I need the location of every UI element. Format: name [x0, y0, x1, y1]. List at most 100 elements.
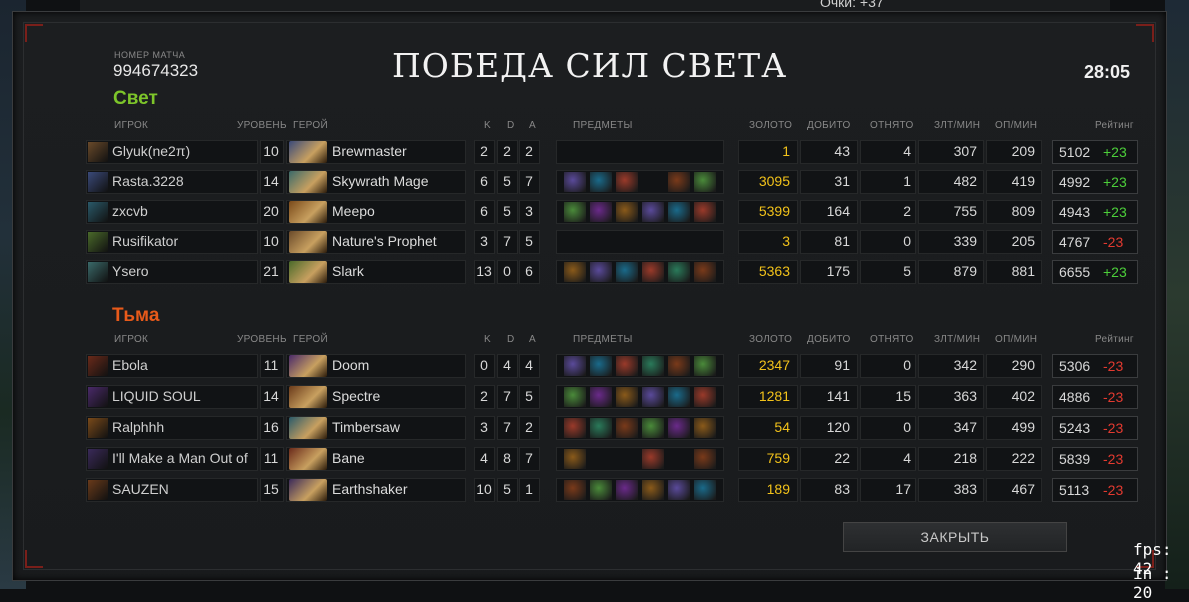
hero-name: Brewmaster	[332, 143, 407, 159]
stat-k: 2	[480, 388, 488, 404]
rating-cell: 5113 -23	[1052, 478, 1138, 502]
stat-k: 6	[480, 173, 488, 189]
rating-cell: 6655 +23	[1052, 260, 1138, 284]
item-icon[interactable]	[668, 262, 690, 282]
denies-value: 4	[903, 450, 911, 466]
item-icon[interactable]	[694, 202, 716, 222]
player-name: Ebola	[112, 357, 148, 373]
header-level: УРОВЕНЬ	[237, 120, 287, 131]
rating-cell: 5306 -23	[1052, 354, 1138, 378]
item-icon[interactable]	[590, 480, 612, 500]
header-hero: ГЕРОЙ	[293, 120, 329, 131]
last-hits-value: 43	[834, 143, 850, 159]
gold-value: 759	[766, 450, 790, 466]
hero-level: 15	[263, 481, 279, 497]
result-title: ПОБЕДА СИЛ СВЕТА	[392, 46, 788, 85]
item-icon[interactable]	[642, 480, 664, 500]
rating-change: -23	[1103, 358, 1124, 374]
item-icon[interactable]	[694, 356, 716, 376]
item-icon[interactable]	[616, 172, 638, 192]
item-icon[interactable]	[564, 449, 586, 469]
item-icon[interactable]	[590, 172, 612, 192]
header-hero: ГЕРОЙ	[293, 334, 329, 345]
item-icon[interactable]	[616, 387, 638, 407]
item-icon[interactable]	[642, 356, 664, 376]
last-hits-value: 31	[834, 173, 850, 189]
stat-a: 7	[525, 173, 533, 189]
background-right	[1165, 0, 1189, 589]
item-icon[interactable]	[642, 449, 664, 469]
stat-d: 5	[503, 203, 511, 219]
item-icon[interactable]	[668, 202, 690, 222]
item-icon[interactable]	[564, 480, 586, 500]
hero-name: Spectre	[332, 388, 381, 404]
item-icon[interactable]	[590, 202, 612, 222]
gpm-value: 342	[953, 357, 977, 373]
denies-value: 4	[903, 143, 911, 159]
player-name: zxcvb	[112, 203, 148, 219]
gold-value: 54	[774, 419, 790, 435]
gold-value: 1	[782, 143, 790, 159]
header-a: A	[529, 120, 536, 131]
item-icon[interactable]	[564, 387, 586, 407]
item-icon[interactable]	[642, 387, 664, 407]
item-icon[interactable]	[564, 202, 586, 222]
item-icon[interactable]	[564, 262, 586, 282]
gold-value: 5399	[758, 203, 790, 219]
item-icon[interactable]	[616, 356, 638, 376]
item-icon[interactable]	[642, 418, 664, 438]
hero-level: 16	[263, 419, 279, 435]
gold-value: 1281	[758, 388, 790, 404]
item-icon[interactable]	[564, 172, 586, 192]
close-button[interactable]: ЗАКРЫТЬ	[843, 522, 1067, 552]
item-icon[interactable]	[694, 172, 716, 192]
item-icon[interactable]	[590, 356, 612, 376]
item-icon[interactable]	[694, 387, 716, 407]
stat-a: 2	[525, 143, 533, 159]
item-icon[interactable]	[590, 418, 612, 438]
item-icon[interactable]	[668, 480, 690, 500]
rating-value: 4767	[1059, 234, 1091, 250]
avatar	[88, 418, 108, 438]
item-icon[interactable]	[642, 262, 664, 282]
denies-value: 15	[895, 388, 911, 404]
item-slots	[560, 261, 720, 283]
item-icon[interactable]	[564, 418, 586, 438]
header-player: ИГРОК	[114, 334, 149, 345]
header-k: K	[484, 120, 491, 131]
item-icon[interactable]	[694, 262, 716, 282]
match-id-label: НОМЕР МАТЧА	[114, 50, 186, 60]
item-icon[interactable]	[668, 172, 690, 192]
rating-change: +23	[1103, 144, 1127, 160]
item-icon[interactable]	[590, 262, 612, 282]
item-icon[interactable]	[616, 202, 638, 222]
stat-d: 7	[503, 388, 511, 404]
item-icon[interactable]	[642, 202, 664, 222]
rating-value: 4886	[1059, 389, 1091, 405]
hero-portrait-icon	[289, 201, 327, 223]
item-icon[interactable]	[668, 387, 690, 407]
player-name: I'll Make a Man Out of	[112, 450, 248, 466]
stat-k: 2	[480, 143, 488, 159]
hero-name: Doom	[332, 357, 370, 373]
item-icon[interactable]	[590, 387, 612, 407]
item-icon[interactable]	[564, 356, 586, 376]
stat-k: 6	[480, 203, 488, 219]
item-icon[interactable]	[616, 262, 638, 282]
rating-change: -23	[1103, 389, 1124, 405]
denies-value: 0	[903, 357, 911, 373]
item-icon[interactable]	[694, 418, 716, 438]
item-icon[interactable]	[694, 480, 716, 500]
top-score-text: Очки: +37	[820, 0, 884, 10]
avatar	[88, 449, 108, 469]
header-last-hits: ДОБИТО	[807, 120, 851, 131]
match-duration: 28:05	[1084, 62, 1131, 82]
rating-change: +23	[1103, 174, 1127, 190]
team-radiant-name: Свет	[113, 88, 158, 109]
item-icon[interactable]	[668, 418, 690, 438]
item-icon[interactable]	[616, 480, 638, 500]
header-gold: ЗОЛОТО	[749, 120, 793, 131]
item-icon[interactable]	[668, 356, 690, 376]
item-icon[interactable]	[616, 418, 638, 438]
item-icon[interactable]	[694, 449, 716, 469]
